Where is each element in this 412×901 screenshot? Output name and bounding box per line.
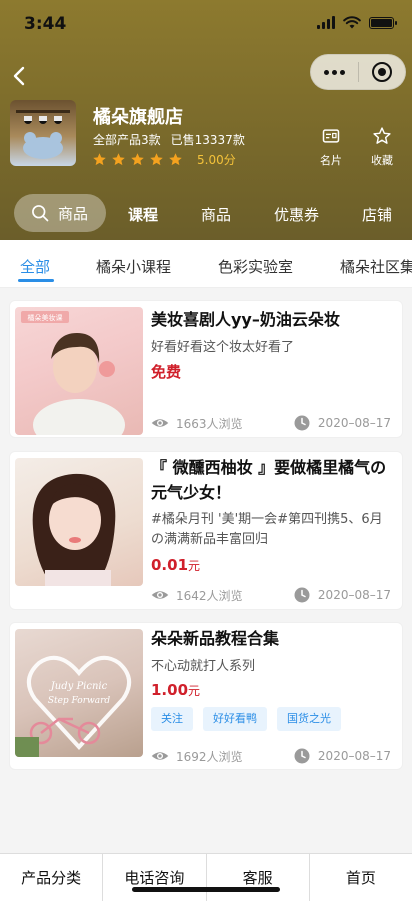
store-logo <box>10 100 76 166</box>
subtab-all[interactable]: 全部 <box>20 256 50 277</box>
business-card-button[interactable]: 名片 <box>313 126 349 168</box>
course-tags: 关注 好好看鸭 国货之光 <box>151 707 341 731</box>
clock-icon <box>294 415 310 431</box>
star-icon <box>150 153 163 166</box>
course-meta: 1642人浏览 2020–08–17 <box>151 586 391 604</box>
course-meta: 1692人浏览 2020–08–17 <box>151 747 391 765</box>
star-icon <box>131 153 144 166</box>
tab-products[interactable]: 商品 <box>201 204 231 225</box>
course-description: 不心动就打人系列 <box>151 659 256 674</box>
signal-icon <box>317 16 335 29</box>
search-products-button[interactable]: 商品 <box>14 194 106 232</box>
product-count: 全部产品3款 <box>93 133 161 147</box>
eye-icon <box>151 419 169 427</box>
course-tag[interactable]: 好好看鸭 <box>203 707 267 731</box>
course-card[interactable]: 『 微醺西柚妆 』要做橘里橘气の元气少女！ #橘朵月刊 '美'期一会#第四刊携5… <box>9 451 403 610</box>
rating-score: 5.00分 <box>197 153 236 167</box>
course-meta: 1663人浏览 2020–08–17 <box>151 414 391 432</box>
course-title: 『 微醺西柚妆 』要做橘里橘气の元气少女！ <box>151 458 387 502</box>
clock-icon <box>294 587 310 603</box>
more-dots-icon[interactable] <box>311 69 358 75</box>
back-arrow-icon[interactable] <box>8 64 32 88</box>
course-price: 1.00元 <box>151 681 201 699</box>
eye-icon <box>151 752 169 760</box>
tab-store[interactable]: 店铺 <box>362 204 392 225</box>
customer-service-button[interactable]: 客服 <box>207 854 310 901</box>
course-tag[interactable]: 关注 <box>151 707 193 731</box>
course-description: 好看好看这个妆太好看了 <box>151 340 295 355</box>
miniprogram-capsule <box>310 54 406 90</box>
home-button[interactable]: 首页 <box>310 854 412 901</box>
course-thumbnail: 橘朵美妆课 <box>15 307 143 435</box>
store-header: 3:44 橘朵旗舰店 全部产品3款 已售13337款 5.00分 名片 收藏 商… <box>0 0 412 240</box>
status-icons <box>317 16 397 29</box>
tab-courses[interactable]: 课程 <box>128 204 158 225</box>
product-category-button[interactable]: 产品分类 <box>0 854 104 901</box>
store-rating: 5.00分 <box>92 151 236 168</box>
course-price: 免费 <box>151 363 182 381</box>
subtab-mini-course[interactable]: 橘朵小课程 <box>96 256 171 277</box>
course-description: #橘朵月刊 '美'期一会#第四刊携5、6月の满满新品丰富回归 <box>151 512 383 547</box>
sold-count: 已售13337款 <box>170 133 245 147</box>
favorite-button[interactable]: 收藏 <box>364 126 400 168</box>
bottom-action-bar: 产品分类 电话咨询 客服 首页 <box>0 853 412 901</box>
star-icon <box>93 153 106 166</box>
publish-date: 2020–08–17 <box>293 414 391 432</box>
course-thumbnail: Judy Picnic Step Forward <box>15 629 143 757</box>
active-tab-indicator <box>18 279 54 282</box>
status-time: 3:44 <box>24 14 67 34</box>
phone-consult-button[interactable]: 电话咨询 <box>103 854 207 901</box>
course-price: 0.01元 <box>151 556 201 574</box>
wifi-icon <box>343 16 361 29</box>
course-title: 朵朵新品教程合集 <box>151 629 280 648</box>
view-count: 1642人浏览 <box>151 586 243 604</box>
close-target-icon[interactable] <box>358 62 405 82</box>
search-icon <box>32 205 49 222</box>
view-count: 1663人浏览 <box>151 414 243 432</box>
course-thumbnail <box>15 458 143 586</box>
status-bar: 3:44 <box>0 0 412 48</box>
star-icon <box>112 153 125 166</box>
star-icon <box>169 153 182 166</box>
store-tabs: 商品 课程 商品 优惠券 店铺 <box>0 192 412 236</box>
course-title: 美妆喜剧人yy–奶油云朵妆 <box>151 310 340 329</box>
battery-icon <box>369 16 397 29</box>
clock-icon <box>294 748 310 764</box>
star-outline-icon <box>373 127 391 144</box>
course-card[interactable]: 橘朵美妆课 美妆喜剧人yy–奶油云朵妆 好看好看这个妆太好看了 免费 1663人… <box>9 300 403 438</box>
course-category-tabs: 全部 橘朵小课程 色彩实验室 橘朵社区集 <box>0 240 412 288</box>
subtab-color-lab[interactable]: 色彩实验室 <box>218 256 293 277</box>
svg-text:橘朵美妆课: 橘朵美妆课 <box>28 313 63 322</box>
view-count: 1692人浏览 <box>151 747 243 765</box>
publish-date: 2020–08–17 <box>293 747 391 765</box>
tab-coupons[interactable]: 优惠券 <box>274 204 319 225</box>
store-name: 橘朵旗舰店 <box>93 107 183 128</box>
home-indicator[interactable] <box>132 887 280 892</box>
course-card[interactable]: Judy Picnic Step Forward 朵朵新品教程合集 不心动就打人… <box>9 622 403 770</box>
favorite-label: 收藏 <box>371 154 393 167</box>
id-card-icon <box>322 129 340 143</box>
eye-icon <box>151 591 169 599</box>
svg-text:Judy Picnic: Judy Picnic <box>49 681 108 692</box>
subtab-community[interactable]: 橘朵社区集 <box>340 256 412 277</box>
svg-text:Step Forward: Step Forward <box>48 696 111 706</box>
store-stats: 全部产品3款 已售13337款 <box>93 131 245 148</box>
search-label: 商品 <box>58 204 89 223</box>
publish-date: 2020–08–17 <box>293 586 391 604</box>
course-tag[interactable]: 国货之光 <box>277 707 341 731</box>
business-card-label: 名片 <box>320 154 342 167</box>
